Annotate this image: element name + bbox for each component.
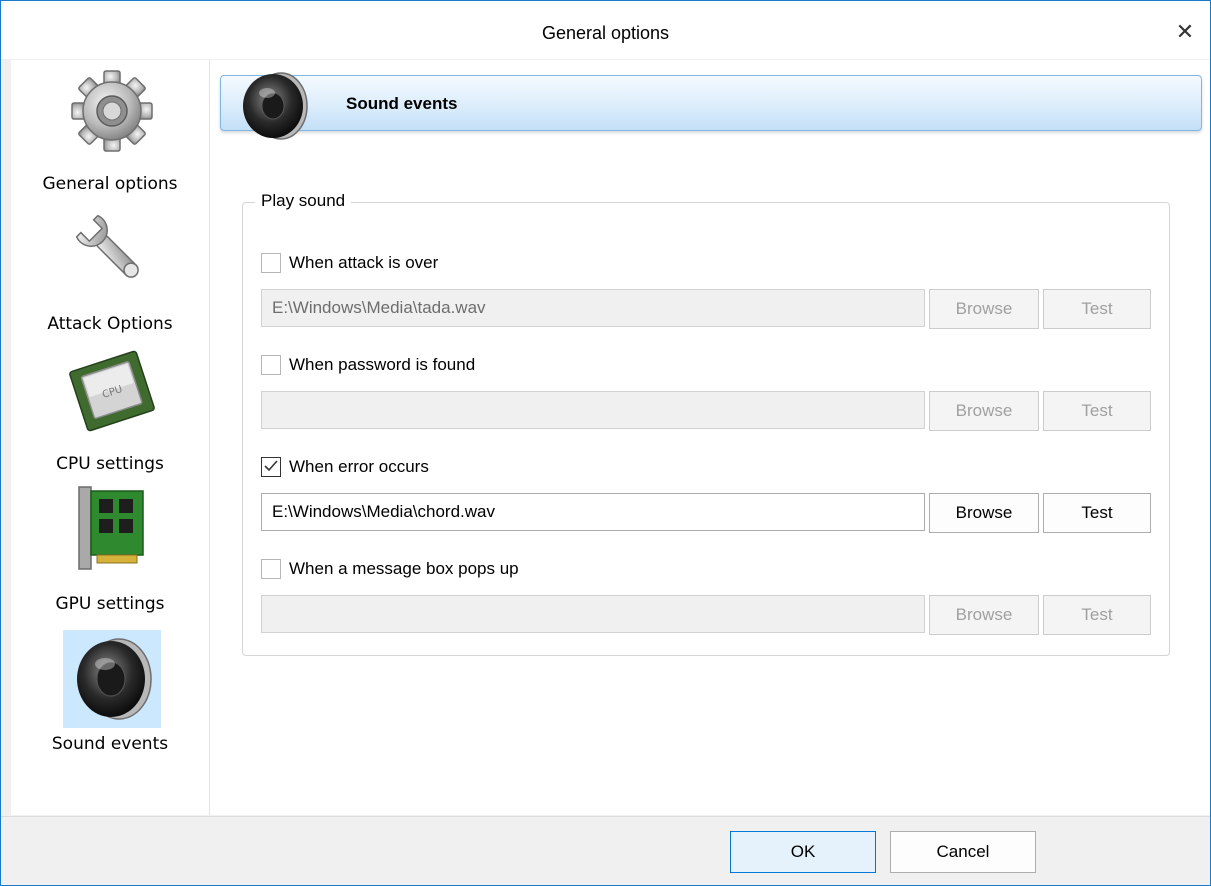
sidebar-item-label: Attack Options — [47, 314, 173, 334]
group-title: Play sound — [255, 191, 352, 211]
sidebar-item-cpu-settings[interactable]: CPU CPU settings — [11, 340, 209, 480]
sidebar-item-general-options[interactable]: General options — [11, 60, 209, 200]
attack-over-browse-button[interactable]: Browse — [929, 289, 1039, 329]
close-button[interactable]: ✕ — [1170, 17, 1200, 47]
checkbox-label: When error occurs — [289, 457, 429, 476]
sound-event-row: When error occurs Browse Test — [261, 455, 1153, 535]
error-occurs-path-field[interactable] — [261, 493, 925, 531]
attack-over-test-button[interactable]: Test — [1043, 289, 1151, 329]
gpu-card-icon — [63, 482, 161, 580]
error-occurs-checkbox-row[interactable]: When error occurs — [261, 455, 429, 479]
attack-over-checkbox-row[interactable]: When attack is over — [261, 251, 438, 275]
ok-button[interactable]: OK — [730, 831, 876, 873]
cpu-chip-icon: CPU — [63, 342, 161, 440]
checkmark-icon — [264, 460, 278, 472]
message-box-path-field[interactable] — [261, 595, 925, 633]
checkbox-label: When attack is over — [289, 253, 439, 272]
sidebar-item-attack-options[interactable]: Attack Options — [11, 200, 209, 340]
section-header: Sound events — [220, 72, 1202, 140]
message-box-checkbox[interactable] — [261, 559, 281, 579]
attack-over-checkbox[interactable] — [261, 253, 281, 273]
gear-icon — [63, 62, 161, 160]
error-occurs-browse-button[interactable]: Browse — [929, 493, 1039, 533]
password-found-checkbox[interactable] — [261, 355, 281, 375]
message-box-test-button[interactable]: Test — [1043, 595, 1151, 635]
section-title: Sound events — [346, 94, 458, 113]
sound-event-row: When attack is over Browse Test — [261, 251, 1153, 331]
window-title: General options — [541, 23, 670, 43]
category-sidebar: General options Attack Options CPU CPU s… — [11, 60, 210, 815]
error-occurs-test-button[interactable]: Test — [1043, 493, 1151, 533]
sound-event-row: When a message box pops up Browse Test — [261, 557, 1153, 637]
options-dialog: General options ✕ General options Attack… — [0, 0, 1211, 886]
close-icon: ✕ — [1175, 19, 1195, 44]
password-found-checkbox-row[interactable]: When password is found — [261, 353, 475, 377]
sidebar-item-label: CPU settings — [56, 454, 164, 474]
password-found-test-button[interactable]: Test — [1043, 391, 1151, 431]
sidebar-item-gpu-settings[interactable]: GPU settings — [11, 480, 209, 620]
sound-event-row: When password is found Browse Test — [261, 353, 1153, 433]
checkbox-label: When password is found — [289, 355, 476, 374]
title-bar: General options ✕ — [1, 1, 1210, 59]
wrench-icon — [63, 202, 161, 300]
sidebar-item-label: General options — [42, 174, 178, 194]
password-found-path-field[interactable] — [261, 391, 925, 429]
checkbox-label: When a message box pops up — [289, 559, 519, 578]
speaker-icon — [63, 630, 161, 728]
dialog-button-bar: OK Cancel — [1, 816, 1210, 885]
cancel-button[interactable]: Cancel — [890, 831, 1036, 873]
password-found-browse-button[interactable]: Browse — [929, 391, 1039, 431]
attack-over-path-field[interactable] — [261, 289, 925, 327]
sidebar-item-sound-events[interactable]: Sound events — [11, 620, 209, 760]
message-box-browse-button[interactable]: Browse — [929, 595, 1039, 635]
message-box-checkbox-row[interactable]: When a message box pops up — [261, 557, 519, 581]
settings-panel: Sound events Play sound When attack is o… — [210, 60, 1210, 815]
sidebar-item-label: Sound events — [51, 734, 169, 754]
error-occurs-checkbox[interactable] — [261, 457, 281, 477]
sidebar-item-label: GPU settings — [55, 594, 165, 614]
play-sound-group: Play sound When attack is over Browse Te… — [242, 191, 1170, 656]
speaker-icon — [229, 68, 317, 140]
